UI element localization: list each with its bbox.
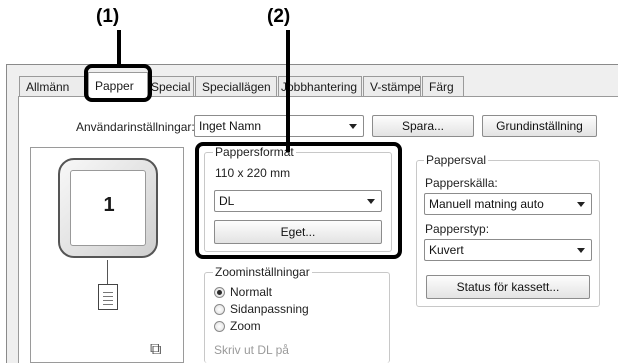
chevron-down-icon xyxy=(577,202,585,207)
paper-type-select[interactable]: Kuvert xyxy=(424,239,592,261)
preview-page: 1 xyxy=(58,158,158,258)
paper-source-value: Manuell matning auto xyxy=(429,197,544,211)
zoom-normal-label: Normalt xyxy=(230,285,273,299)
tray-status-button[interactable]: Status för kassett... xyxy=(426,275,590,299)
zoom-fit-label: Sidanpassning xyxy=(230,302,309,316)
zoom-zoom-label: Zoom xyxy=(230,319,261,333)
tab-general[interactable]: Allmänn xyxy=(19,76,85,96)
single-page-icon xyxy=(98,284,118,310)
print-on-label: Skriv ut DL på xyxy=(214,343,289,357)
paper-type-label: Papperstyp: xyxy=(425,222,490,236)
tab-stamp[interactable]: V-stämpel xyxy=(363,76,421,96)
callout-2: (2) xyxy=(267,6,291,27)
chevron-down-icon xyxy=(577,248,585,253)
paper-select-legend: Pappersval xyxy=(424,153,489,167)
zoom-normal-radio[interactable] xyxy=(214,287,225,298)
tab-color[interactable]: Färg xyxy=(422,76,464,96)
zoom-zoom-radio[interactable] xyxy=(214,321,225,332)
highlight-paper-format xyxy=(195,142,402,259)
zoom-fit-radio[interactable] xyxy=(214,304,225,315)
tab-special-modes[interactable]: Speciallägen xyxy=(195,76,277,96)
tab-job-handling[interactable]: Jobbhantering xyxy=(278,76,362,96)
multi-page-icon: ⧉ xyxy=(150,341,162,358)
callout-2-line xyxy=(286,30,290,152)
zoom-legend: Zoominställningar xyxy=(213,265,312,279)
callout-1: (1) xyxy=(96,6,120,27)
tab-special[interactable]: Special xyxy=(148,76,194,96)
paper-type-value: Kuvert xyxy=(429,243,464,257)
save-button[interactable]: Spara... xyxy=(372,115,474,137)
preview-connector xyxy=(107,260,108,284)
preview-page-inner: 1 xyxy=(70,170,146,246)
defaults-button[interactable]: Grundinställning xyxy=(482,115,597,137)
paper-source-select[interactable]: Manuell matning auto xyxy=(424,193,592,215)
chevron-down-icon xyxy=(349,124,357,129)
user-settings-value: Inget Namn xyxy=(199,119,262,133)
highlight-paper-tab xyxy=(84,64,152,102)
preview-page-number: 1 xyxy=(103,194,115,216)
user-settings-label: Användarinställningar: xyxy=(76,120,195,134)
user-settings-select[interactable]: Inget Namn xyxy=(194,115,364,137)
paper-source-label: Papperskälla: xyxy=(425,176,498,190)
